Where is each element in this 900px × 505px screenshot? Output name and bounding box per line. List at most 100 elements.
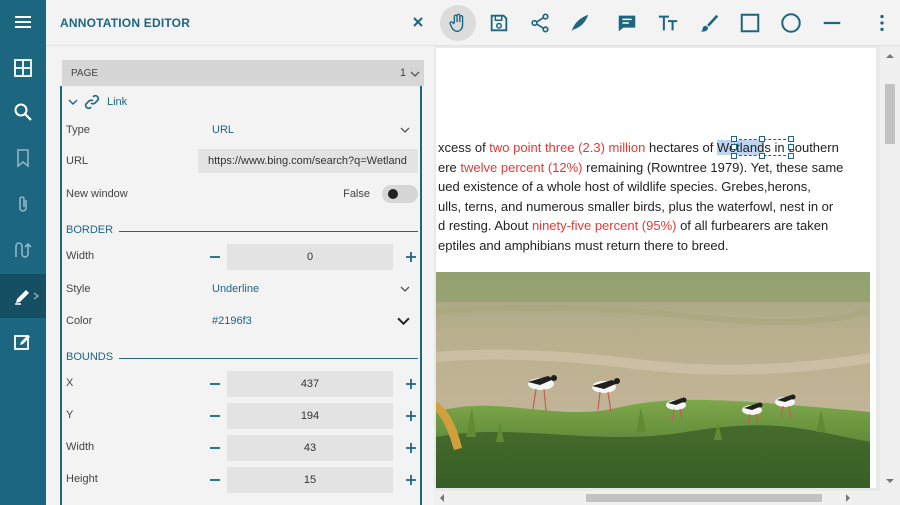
plus-icon	[406, 475, 416, 485]
text-line: eptiles and amphibians must return there…	[438, 237, 729, 253]
document-viewer[interactable]: xcess of two point three (2.3) million h…	[434, 46, 900, 505]
url-label: URL	[66, 155, 89, 167]
type-label: Type	[66, 124, 90, 136]
increment-button[interactable]	[402, 407, 420, 425]
text-line: ued existence of a whole host of wildlif…	[438, 179, 811, 194]
text-span: xcess of	[438, 140, 490, 155]
comment-tool-button[interactable]	[609, 5, 645, 41]
chevron-down-icon	[68, 99, 78, 105]
text-line: xcess of two point three (2.3) million h…	[438, 138, 876, 158]
url-row: URL https://www.bing.com/search?q=Wetlan…	[62, 149, 420, 173]
more-button[interactable]	[864, 5, 900, 41]
decrement-button[interactable]	[206, 375, 224, 393]
increment-button[interactable]	[402, 471, 420, 489]
save-button[interactable]	[481, 5, 517, 41]
width-stepper: 43	[206, 435, 420, 461]
increment-button[interactable]	[402, 439, 420, 457]
text-span: of all furbearers are taken	[676, 218, 829, 233]
thumbnails-button[interactable]	[0, 46, 46, 90]
bookmark-button[interactable]	[0, 136, 46, 180]
editor-title: ANNOTATION EDITOR	[60, 16, 191, 30]
type-row[interactable]: Type URL	[62, 118, 420, 142]
document-text: xcess of two point three (2.3) million h…	[438, 138, 876, 255]
text-line: ulls, terns, and numerous smaller birds,…	[438, 198, 834, 214]
new-window-row: New window False	[62, 182, 420, 206]
border-width-input[interactable]: 0	[227, 244, 393, 270]
wetland-link-annotation[interactable]: Wetland	[716, 140, 765, 155]
url-input[interactable]: https://www.bing.com/search?q=Wetland	[198, 149, 418, 173]
search-button[interactable]	[0, 90, 46, 134]
annotation-properties-panel: PAGE 1 Link Type URL URL https://www.bin…	[46, 46, 434, 505]
page-label: PAGE	[71, 68, 99, 79]
signature-button[interactable]	[0, 228, 46, 272]
text-tool-button[interactable]	[650, 5, 686, 41]
decrement-button[interactable]	[206, 407, 224, 425]
pen-tool-button[interactable]	[562, 5, 598, 41]
new-window-toggle[interactable]	[382, 185, 418, 203]
style-value: Underline	[212, 283, 260, 295]
y-row: Y 194	[62, 403, 420, 429]
y-stepper: 194	[206, 403, 420, 429]
scroll-right-icon[interactable]	[844, 494, 852, 502]
annotation-edit-icon	[15, 290, 29, 305]
scroll-left-icon[interactable]	[438, 494, 446, 502]
increment-button[interactable]	[402, 248, 420, 266]
page-selector[interactable]: PAGE 1	[62, 60, 424, 86]
menu-icon	[15, 16, 31, 28]
x-stepper: 437	[206, 371, 420, 397]
border-width-stepper: 0	[206, 244, 420, 270]
vertical-scrollbar[interactable]	[880, 46, 900, 505]
horizontal-scroll-thumb[interactable]	[586, 494, 822, 502]
brush-icon	[700, 14, 719, 32]
menu-button[interactable]	[0, 0, 46, 44]
chevron-down-icon	[410, 71, 420, 77]
text-line: ere twelve percent (12%) remaining (Rown…	[438, 158, 876, 178]
plus-icon	[406, 379, 416, 389]
height-input[interactable]: 15	[227, 467, 393, 493]
rectangle-tool-button[interactable]	[732, 5, 768, 41]
height-row: Height 15	[62, 467, 420, 493]
signature-icon	[15, 242, 32, 258]
color-value: #2196f3	[212, 315, 252, 327]
pan-tool-button[interactable]	[440, 5, 476, 41]
minus-icon	[210, 383, 220, 385]
annotation-edit-button[interactable]	[0, 274, 46, 318]
border-width-row: Width 0	[62, 244, 420, 270]
x-input[interactable]: 437	[227, 371, 393, 397]
link-properties: Link Type URL URL https://www.bing.com/s…	[60, 86, 422, 505]
vertical-scroll-thumb[interactable]	[885, 84, 895, 144]
attachment-button[interactable]	[0, 182, 46, 226]
horizontal-scrollbar[interactable]	[434, 491, 880, 505]
scroll-up-icon[interactable]	[886, 52, 894, 60]
width-input[interactable]: 43	[227, 435, 393, 461]
decrement-button[interactable]	[206, 439, 224, 457]
increment-button[interactable]	[402, 375, 420, 393]
pen-icon	[571, 14, 589, 32]
y-input[interactable]: 194	[227, 403, 393, 429]
share-button[interactable]	[522, 5, 558, 41]
top-toolbar: ANNOTATION EDITOR	[46, 0, 900, 46]
comment-icon	[618, 15, 636, 32]
close-icon[interactable]	[410, 14, 426, 30]
form-edit-button[interactable]	[0, 320, 46, 364]
border-section-label: BORDER	[66, 224, 120, 236]
text-span: d resting. About	[438, 218, 532, 233]
line-tool-button[interactable]	[814, 5, 850, 41]
x-label: X	[66, 377, 74, 389]
bookmark-icon	[17, 149, 29, 168]
text-span: hectares of	[645, 140, 717, 155]
link-section-header[interactable]: Link	[68, 94, 127, 110]
circle-tool-button[interactable]	[773, 5, 809, 41]
scroll-down-icon[interactable]	[886, 477, 894, 485]
attachment-icon	[19, 196, 27, 212]
circle-icon	[781, 13, 801, 33]
decrement-button[interactable]	[206, 248, 224, 266]
text-span: ninety-five percent (95%)	[531, 218, 677, 233]
text-span: s in southern	[764, 140, 839, 155]
text-span: ere	[438, 159, 461, 175]
color-row[interactable]: Color #2196f3	[62, 309, 420, 333]
x-row: X 437	[62, 371, 420, 397]
style-row[interactable]: Style Underline	[62, 277, 420, 301]
decrement-button[interactable]	[206, 471, 224, 489]
brush-tool-button[interactable]	[691, 5, 727, 41]
